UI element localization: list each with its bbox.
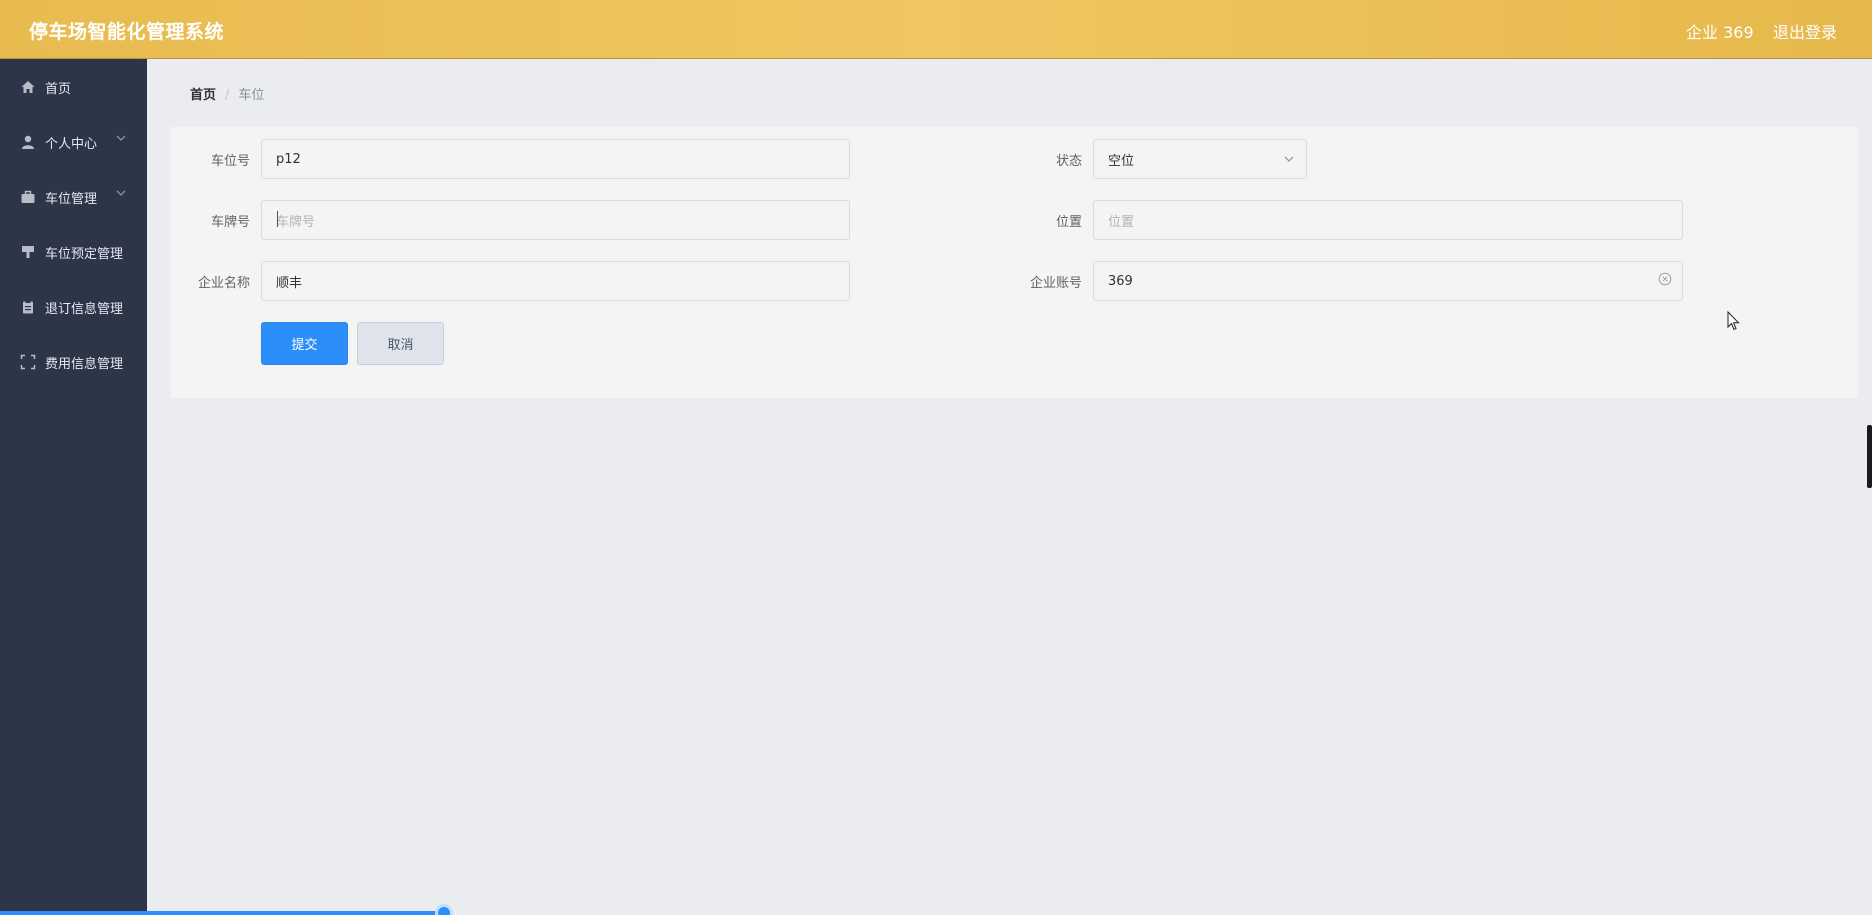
company-account-label: 企业账号 bbox=[1029, 276, 1082, 291]
chevron-down-icon bbox=[116, 135, 126, 141]
company-name-label: 企业名称 bbox=[197, 276, 250, 291]
clear-icon[interactable] bbox=[1658, 272, 1672, 286]
sidebar-item-fee-management[interactable]: 费用信息管理 bbox=[0, 342, 147, 382]
briefcase-icon bbox=[21, 190, 35, 203]
plate-no-input[interactable]: 车牌号 bbox=[261, 200, 850, 240]
progress-handle[interactable] bbox=[435, 904, 453, 915]
scrollbar-thumb[interactable] bbox=[1867, 425, 1872, 488]
cancel-button[interactable]: 取消 bbox=[357, 322, 444, 365]
fullscreen-icon bbox=[20, 354, 36, 370]
sidebar-item-cancellation-management[interactable]: 退订信息管理 bbox=[0, 287, 147, 327]
space-no-input[interactable]: p12 bbox=[261, 139, 850, 179]
chevron-down-icon bbox=[116, 190, 126, 196]
sidebar-item-reservation-management[interactable]: 车位预定管理 bbox=[0, 232, 147, 272]
breadcrumb-separator: / bbox=[225, 88, 230, 103]
breadcrumb-home[interactable]: 首页 bbox=[190, 88, 216, 103]
top-bar: 停车场智能化管理系统 企业 369 退出登录 bbox=[0, 0, 1872, 59]
sidebar-item-space-management[interactable]: 车位管理 bbox=[0, 177, 147, 217]
stamp-icon bbox=[22, 246, 34, 258]
breadcrumb-current: 车位 bbox=[238, 88, 265, 103]
breadcrumb: 首页 / 车位 bbox=[190, 84, 264, 103]
text-caret bbox=[277, 211, 278, 227]
status-label: 状态 bbox=[1055, 154, 1082, 169]
sidebar-item-label: 车位预定管理 bbox=[45, 247, 124, 262]
company-account-input[interactable]: 369 bbox=[1093, 261, 1683, 301]
sidebar-item-home[interactable]: 首页 bbox=[0, 67, 147, 107]
space-no-label: 车位号 bbox=[210, 154, 250, 169]
home-icon bbox=[21, 81, 35, 93]
current-user-label: 企业 369 bbox=[1686, 23, 1754, 42]
chevron-down-icon bbox=[1284, 156, 1294, 162]
user-icon bbox=[22, 135, 34, 149]
sidebar: 首页 个人中心 车位管理 车位预定管理 退订信息管理 费用信息管理 bbox=[0, 59, 147, 915]
clipboard-icon bbox=[23, 300, 33, 314]
sidebar-item-label: 退订信息管理 bbox=[45, 302, 124, 317]
sidebar-item-label: 费用信息管理 bbox=[45, 357, 124, 372]
logout-link[interactable]: 退出登录 bbox=[1773, 19, 1837, 43]
mouse-cursor-icon bbox=[1727, 311, 1740, 331]
status-select[interactable]: 空位 bbox=[1093, 139, 1307, 179]
sidebar-item-personal-center[interactable]: 个人中心 bbox=[0, 122, 147, 162]
sidebar-item-label: 首页 bbox=[45, 82, 72, 97]
sidebar-item-label: 车位管理 bbox=[45, 192, 98, 207]
location-label: 位置 bbox=[1055, 215, 1082, 230]
location-input[interactable]: 位置 bbox=[1093, 200, 1683, 240]
submit-button[interactable]: 提交 bbox=[261, 322, 348, 365]
plate-no-label: 车牌号 bbox=[210, 215, 250, 230]
sidebar-item-label: 个人中心 bbox=[45, 137, 98, 152]
app-title: 停车场智能化管理系统 bbox=[29, 21, 225, 43]
progress-bar bbox=[0, 911, 446, 915]
company-name-input[interactable]: 顺丰 bbox=[261, 261, 850, 301]
status-select-value: 空位 bbox=[1108, 153, 1135, 169]
